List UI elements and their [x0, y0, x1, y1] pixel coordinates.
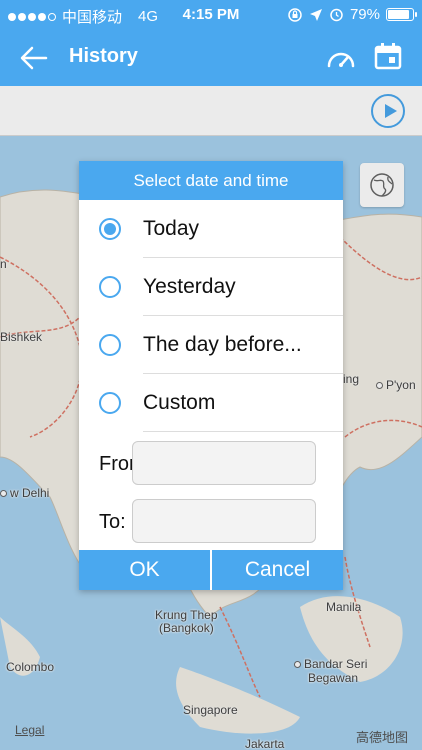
- status-right: 79%: [287, 6, 417, 23]
- dialog-buttons: OK Cancel: [79, 550, 343, 590]
- option-today[interactable]: Today: [79, 200, 343, 258]
- back-arrow-icon[interactable]: [18, 42, 50, 74]
- dialog-title: Select date and time: [79, 161, 343, 200]
- option-yesterday[interactable]: Yesterday: [79, 258, 343, 316]
- speedometer-icon[interactable]: [326, 44, 356, 74]
- radio-checked-icon[interactable]: [99, 218, 121, 240]
- option-label: Yesterday: [143, 275, 236, 298]
- battery-icon: [386, 8, 417, 21]
- battery-fill: [388, 10, 409, 19]
- page-title: History: [69, 45, 138, 67]
- ok-button[interactable]: OK: [79, 550, 210, 590]
- alarm-icon: [330, 8, 343, 22]
- from-row: From:: [79, 435, 343, 493]
- from-input[interactable]: [132, 441, 316, 485]
- to-row: To:: [79, 493, 343, 551]
- to-input[interactable]: [132, 499, 316, 543]
- orientation-lock-icon: [288, 7, 302, 22]
- nav-bar: History: [0, 30, 422, 86]
- radio-icon[interactable]: [99, 276, 121, 298]
- option-custom[interactable]: Custom: [79, 374, 343, 432]
- radio-icon[interactable]: [99, 334, 121, 356]
- option-label: Today: [143, 217, 200, 240]
- option-label: The day before...: [143, 333, 302, 356]
- from-label: From:: [99, 453, 133, 475]
- status-bar: 中国移动 4G 4:15 PM 79%: [0, 0, 422, 30]
- option-day-before[interactable]: The day before...: [79, 316, 343, 374]
- divider: [143, 431, 343, 432]
- location-arrow-icon: [309, 8, 322, 21]
- date-time-dialog: Select date and time Today Yesterday The…: [79, 161, 343, 590]
- to-label: To:: [99, 511, 126, 533]
- cancel-button[interactable]: Cancel: [212, 550, 343, 590]
- radio-icon[interactable]: [99, 392, 121, 414]
- option-label: Custom: [143, 391, 216, 414]
- calendar-icon[interactable]: [374, 42, 402, 70]
- battery-percent: 79%: [349, 6, 380, 23]
